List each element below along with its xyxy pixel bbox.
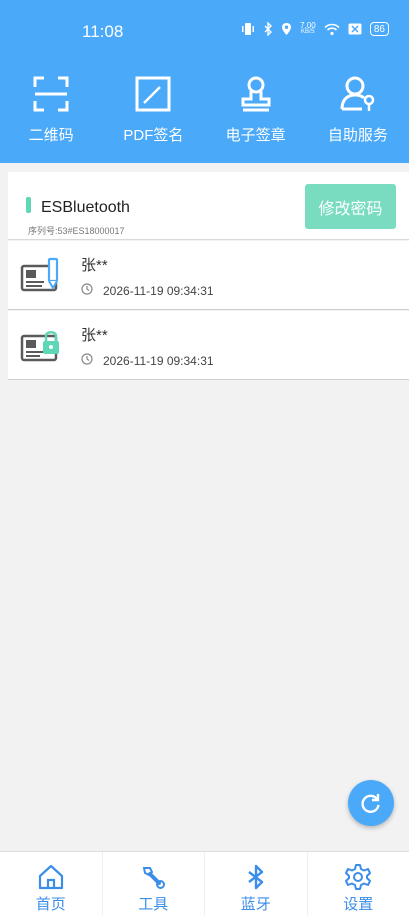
record-timestamp: 2026-11-19 09:34:31 [103, 354, 214, 368]
e-seal-action[interactable]: 电子签章 [205, 70, 307, 150]
device-card: ESBluetooth 序列号:53#ES18000017 修改密码 [8, 172, 409, 240]
e-seal-label: 电子签章 [225, 127, 286, 144]
tab-bluetooth[interactable]: 蓝牙 [205, 852, 308, 915]
seal-stamp-icon [241, 76, 271, 112]
device-serial: 序列号:53#ES18000017 [28, 226, 125, 236]
battery-indicator: 86 [369, 22, 389, 36]
certificate-lock-icon [20, 331, 59, 362]
app-header: 11:08 7.00 KB/S 86 二维码 PDF签名 电子签章 自助服务 [0, 0, 409, 163]
tab-home-label: 首页 [35, 896, 66, 913]
bluetooth-icon [248, 864, 263, 890]
tab-settings-label: 设置 [343, 896, 374, 913]
net-speed: 7.00 KB/S [300, 22, 316, 36]
status-time: 11:08 [82, 22, 124, 41]
qr-scan-icon [33, 76, 69, 112]
change-password-button[interactable]: 修改密码 [305, 184, 396, 229]
bottom-tab-bar: 首页 工具 蓝牙 设置 [0, 851, 409, 915]
net-speed-value: 7.00 [300, 21, 316, 30]
record-signer-name: 张** [81, 257, 108, 274]
vibrate-icon [241, 22, 255, 36]
record-signer-name: 张** [81, 327, 108, 344]
net-speed-unit: KB/S [301, 29, 315, 35]
pdf-sign-icon [135, 76, 171, 112]
self-service-action[interactable]: 自助服务 [307, 70, 409, 150]
list-item[interactable]: 张** 2026-11-19 09:34:31 [8, 311, 409, 380]
wrench-icon [143, 867, 166, 889]
gear-icon [345, 864, 372, 890]
qr-code-action[interactable]: 二维码 [0, 70, 102, 150]
tab-tools[interactable]: 工具 [103, 852, 205, 915]
record-timestamp: 2026-11-19 09:34:31 [103, 284, 214, 298]
refresh-button[interactable] [348, 780, 394, 826]
clock-icon [81, 353, 93, 365]
status-icons: 7.00 KB/S 86 [241, 22, 389, 36]
status-bar: 11:08 7.00 KB/S 86 [0, 0, 409, 62]
bluetooth-status-icon [263, 22, 273, 36]
list-item[interactable]: 张** 2026-11-19 09:34:31 [8, 241, 409, 310]
wifi-icon [324, 23, 340, 36]
home-icon [38, 864, 63, 890]
tab-bluetooth-label: 蓝牙 [240, 896, 271, 913]
tab-home[interactable]: 首页 [0, 852, 103, 915]
location-icon [281, 22, 292, 36]
tab-tools-label: 工具 [138, 896, 169, 913]
qr-code-label: 二维码 [28, 127, 74, 144]
list-empty-area [8, 381, 409, 851]
self-service-label: 自助服务 [327, 127, 388, 144]
clock-icon [81, 283, 93, 295]
self-service-icon [340, 76, 375, 111]
device-indicator-bar [26, 197, 31, 213]
pdf-sign-label: PDF签名 [123, 127, 184, 144]
device-name: ESBluetooth [41, 199, 130, 216]
pdf-sign-action[interactable]: PDF签名 [102, 70, 204, 150]
sim-off-icon [348, 23, 362, 35]
refresh-icon [361, 794, 380, 813]
tab-settings[interactable]: 设置 [308, 852, 409, 915]
certificate-pen-icon [20, 257, 59, 292]
quick-action-bar: 二维码 PDF签名 电子签章 自助服务 [0, 70, 409, 150]
